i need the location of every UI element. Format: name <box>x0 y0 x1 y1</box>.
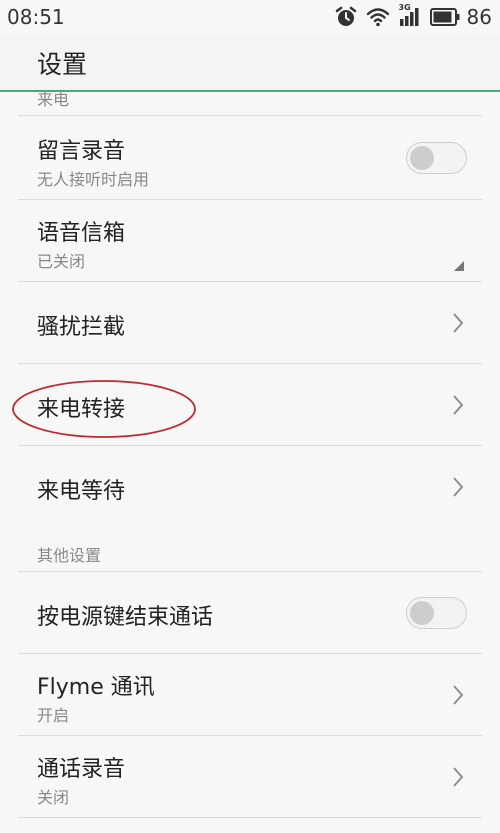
page-title: 设置 <box>37 50 88 79</box>
chevron-right-icon <box>453 767 464 787</box>
status-time: 08:51 <box>7 5 65 29</box>
row-subtitle: 关闭 <box>37 788 70 807</box>
app-bar: 设置 <box>0 34 500 92</box>
chevron-right-icon <box>453 477 464 497</box>
row-call-waiting[interactable]: 来电等待 <box>0 446 500 527</box>
row-title: 来电转接 <box>37 397 126 422</box>
battery-icon <box>429 8 460 26</box>
chevron-right-icon <box>453 395 464 415</box>
battery-percent: 86 <box>466 5 492 29</box>
row-title: Flyme 通讯 <box>37 675 155 700</box>
signal-icon <box>399 8 419 26</box>
row-call-forwarding[interactable]: 来电转接 <box>0 364 500 445</box>
alarm-icon <box>335 6 356 26</box>
row-harassment-block[interactable]: 骚扰拦截 <box>0 282 500 363</box>
row-voicemail-record[interactable]: 留言录音 无人接听时启用 <box>0 116 500 199</box>
row-title: 骚扰拦截 <box>37 315 126 340</box>
row-title: 来电等待 <box>37 479 126 504</box>
toggle-knob <box>410 146 434 170</box>
cellular-signal: 3G <box>399 3 421 27</box>
row-subtitle: 已关闭 <box>37 252 86 271</box>
section-header-incoming: 来电 <box>37 90 70 109</box>
row-subtitle: 无人接听时启用 <box>37 170 150 189</box>
toggle-knob <box>410 601 434 625</box>
row-power-key-end-call[interactable]: 按电源键结束通话 <box>0 572 500 653</box>
row-title: 按电源键结束通话 <box>37 605 214 630</box>
chevron-right-icon <box>453 313 464 333</box>
row-call-recording[interactable]: 通话录音 关闭 <box>0 736 500 817</box>
voicemail-record-toggle[interactable] <box>406 142 467 174</box>
row-title: 留言录音 <box>37 139 126 164</box>
dropdown-corner-icon <box>454 261 464 271</box>
section-header-other: 其他设置 <box>37 546 102 565</box>
status-icons: 3G 86 <box>326 3 492 29</box>
row-flyme-comm[interactable]: Flyme 通讯 开启 <box>0 654 500 735</box>
row-title: 通话录音 <box>37 757 126 782</box>
row-subtitle: 开启 <box>37 706 70 725</box>
power-key-end-call-toggle[interactable] <box>406 597 467 629</box>
wifi-icon <box>366 8 389 27</box>
divider <box>18 817 482 818</box>
row-voice-mailbox[interactable]: 语音信箱 已关闭 <box>0 200 500 281</box>
row-title: 语音信箱 <box>37 221 126 246</box>
chevron-right-icon <box>453 685 464 705</box>
status-bar: 08:51 3G 86 <box>0 0 500 34</box>
